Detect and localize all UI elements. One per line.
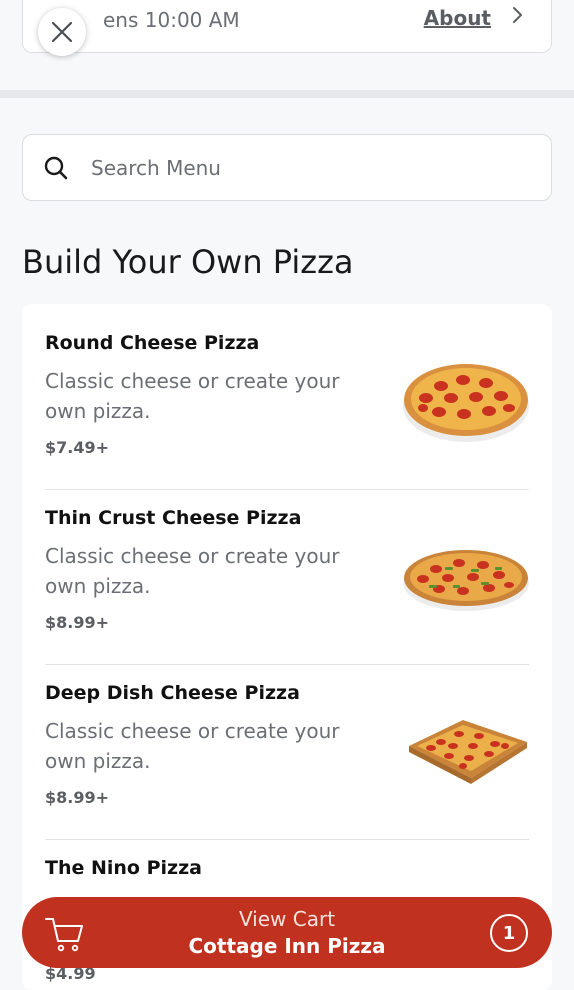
cart-store-name: Cottage Inn Pizza [188,934,386,958]
item-divider [45,664,529,665]
section-divider [0,90,574,98]
item-name: Round Cheese Pizza [45,332,260,354]
menu-list: Round Cheese Pizza Classic cheese or cre… [22,304,552,990]
menu-item-thin-crust-cheese-pizza[interactable]: Thin Crust Cheese Pizza Classic cheese o… [45,507,529,637]
item-name: Thin Crust Cheese Pizza [45,507,302,529]
menu-item-round-cheese-pizza[interactable]: Round Cheese Pizza Classic cheese or cre… [45,332,529,462]
item-price: $8.99+ [45,788,110,807]
item-divider [45,839,529,840]
item-description: Classic cheese or create your own pizza. [45,719,340,773]
search-input[interactable] [91,151,531,185]
view-cart-button[interactable]: View Cart Cottage Inn Pizza 1 [22,897,552,968]
about-link[interactable]: About [424,6,491,30]
menu-item-deep-dish-cheese-pizza[interactable]: Deep Dish Cheese Pizza Classic cheese or… [45,682,529,812]
chevron-right-icon[interactable] [511,5,525,25]
close-icon [51,21,73,43]
deep-dish-pizza-image [409,720,527,784]
close-button[interactable] [38,8,86,56]
cart-count-badge: 1 [490,914,528,952]
item-description: Classic cheese or create your own pizza. [45,544,340,598]
search-icon [44,156,68,180]
item-name: Deep Dish Cheese Pizza [45,682,300,704]
item-price: $7.49+ [45,438,110,457]
item-description: Classic cheese or create your own pizza. [45,369,340,423]
store-hours-text: ens 10:00 AM [103,8,240,32]
item-price: $8.99+ [45,613,110,632]
section-title: Build Your Own Pizza [22,243,354,281]
cart-label: View Cart [238,907,336,931]
search-bar[interactable] [22,134,552,201]
item-divider [45,489,529,490]
round-pizza-image [403,364,529,442]
thin-crust-pizza-image [403,550,529,611]
store-hours-card[interactable]: ens 10:00 AM About [22,0,552,53]
item-name: The Nino Pizza [45,857,202,879]
